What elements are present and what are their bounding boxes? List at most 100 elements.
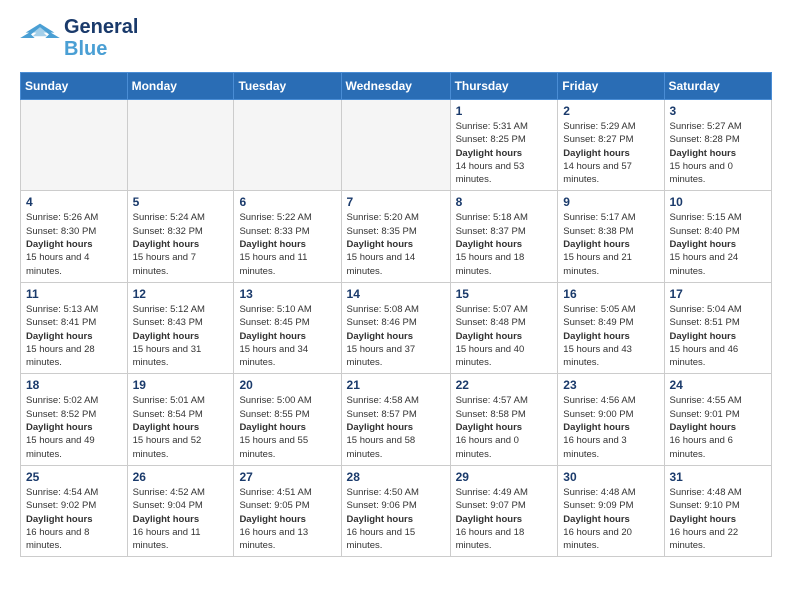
day-info: Sunrise: 5:08 AMSunset: 8:46 PMDaylight …: [347, 303, 445, 369]
day-info: Sunrise: 5:27 AMSunset: 8:28 PMDaylight …: [670, 120, 767, 186]
week-row-1: 1Sunrise: 5:31 AMSunset: 8:25 PMDaylight…: [21, 100, 772, 191]
day-cell: 3 Sunrise: 5:27 AMSunset: 8:28 PMDaylight…: [664, 100, 772, 191]
day-number: 29: [456, 470, 553, 484]
day-cell: 30 Sunrise: 4:48 AMSunset: 9:09 PMDayligh…: [558, 465, 664, 556]
day-number: 31: [670, 470, 767, 484]
day-number: 25: [26, 470, 122, 484]
day-info: Sunrise: 4:49 AMSunset: 9:07 PMDaylight …: [456, 486, 553, 552]
day-cell: 20Sunrise: 5:00 AMSunset: 8:55 PMDayligh…: [234, 374, 341, 465]
day-info: Sunrise: 4:51 AMSunset: 9:05 PMDaylight …: [239, 486, 335, 552]
day-number: 26: [133, 470, 229, 484]
day-info: Sunrise: 5:15 AMSunset: 8:40 PMDaylight …: [670, 211, 767, 277]
day-number: 2: [563, 104, 658, 118]
col-friday: Friday: [558, 73, 664, 100]
day-cell: 19 Sunrise: 5:01 AMSunset: 8:54 PMDayligh…: [127, 374, 234, 465]
day-cell: 25 Sunrise: 4:54 AMSunset: 9:02 PMDayligh…: [21, 465, 128, 556]
day-cell: 16Sunrise: 5:05 AMSunset: 8:49 PMDayligh…: [558, 282, 664, 373]
day-info: Sunrise: 5:29 AMSunset: 8:27 PMDaylight …: [563, 120, 658, 186]
day-cell: 9 Sunrise: 5:17 AMSunset: 8:38 PMDaylight…: [558, 191, 664, 282]
day-cell: 8Sunrise: 5:18 AMSunset: 8:37 PMDaylight…: [450, 191, 558, 282]
week-row-2: 4 Sunrise: 5:26 AMSunset: 8:30 PMDaylight…: [21, 191, 772, 282]
day-number: 20: [239, 378, 335, 392]
col-thursday: Thursday: [450, 73, 558, 100]
day-cell: 15 Sunrise: 5:07 AMSunset: 8:48 PMDayligh…: [450, 282, 558, 373]
day-info: Sunrise: 4:58 AMSunset: 8:57 PMDaylight …: [347, 394, 445, 460]
day-info: Sunrise: 4:54 AMSunset: 9:02 PMDaylight …: [26, 486, 122, 552]
day-number: 12: [133, 287, 229, 301]
day-cell: 29 Sunrise: 4:49 AMSunset: 9:07 PMDayligh…: [450, 465, 558, 556]
day-cell: 12Sunrise: 5:12 AMSunset: 8:43 PMDayligh…: [127, 282, 234, 373]
day-number: 23: [563, 378, 658, 392]
day-info: Sunrise: 5:04 AMSunset: 8:51 PMDaylight …: [670, 303, 767, 369]
day-number: 9: [563, 195, 658, 209]
day-info: Sunrise: 4:50 AMSunset: 9:06 PMDaylight …: [347, 486, 445, 552]
day-number: 1: [456, 104, 553, 118]
day-cell: 31Sunrise: 4:48 AMSunset: 9:10 PMDayligh…: [664, 465, 772, 556]
col-wednesday: Wednesday: [341, 73, 450, 100]
day-info: Sunrise: 4:48 AMSunset: 9:09 PMDaylight …: [563, 486, 658, 552]
day-cell: [234, 100, 341, 191]
day-cell: 1Sunrise: 5:31 AMSunset: 8:25 PMDaylight…: [450, 100, 558, 191]
day-info: Sunrise: 5:07 AMSunset: 8:48 PMDaylight …: [456, 303, 553, 369]
day-number: 17: [670, 287, 767, 301]
day-number: 21: [347, 378, 445, 392]
day-number: 22: [456, 378, 553, 392]
day-info: Sunrise: 5:17 AMSunset: 8:38 PMDaylight …: [563, 211, 658, 277]
week-row-5: 25 Sunrise: 4:54 AMSunset: 9:02 PMDayligh…: [21, 465, 772, 556]
logo-text: GeneralBlue: [64, 16, 138, 60]
day-info: Sunrise: 5:05 AMSunset: 8:49 PMDaylight …: [563, 303, 658, 369]
col-tuesday: Tuesday: [234, 73, 341, 100]
day-number: 24: [670, 378, 767, 392]
calendar-header-row: Sunday Monday Tuesday Wednesday Thursday…: [21, 73, 772, 100]
day-cell: 2 Sunrise: 5:29 AMSunset: 8:27 PMDaylight…: [558, 100, 664, 191]
day-info: Sunrise: 5:20 AMSunset: 8:35 PMDaylight …: [347, 211, 445, 277]
col-sunday: Sunday: [21, 73, 128, 100]
page: GeneralBlue Sunday Monday Tuesday Wednes…: [0, 0, 792, 573]
day-cell: 4 Sunrise: 5:26 AMSunset: 8:30 PMDaylight…: [21, 191, 128, 282]
col-saturday: Saturday: [664, 73, 772, 100]
day-number: 18: [26, 378, 122, 392]
day-number: 19: [133, 378, 229, 392]
day-cell: [21, 100, 128, 191]
day-number: 28: [347, 470, 445, 484]
day-cell: 14 Sunrise: 5:08 AMSunset: 8:46 PMDayligh…: [341, 282, 450, 373]
day-cell: 10 Sunrise: 5:15 AMSunset: 8:40 PMDayligh…: [664, 191, 772, 282]
day-cell: 5 Sunrise: 5:24 AMSunset: 8:32 PMDaylight…: [127, 191, 234, 282]
day-info: Sunrise: 5:18 AMSunset: 8:37 PMDaylight …: [456, 211, 553, 277]
day-cell: 17 Sunrise: 5:04 AMSunset: 8:51 PMDayligh…: [664, 282, 772, 373]
day-number: 6: [239, 195, 335, 209]
week-row-3: 11 Sunrise: 5:13 AMSunset: 8:41 PMDayligh…: [21, 282, 772, 373]
day-number: 10: [670, 195, 767, 209]
day-info: Sunrise: 5:26 AMSunset: 8:30 PMDaylight …: [26, 211, 122, 277]
day-cell: 21 Sunrise: 4:58 AMSunset: 8:57 PMDayligh…: [341, 374, 450, 465]
day-number: 5: [133, 195, 229, 209]
day-info: Sunrise: 4:52 AMSunset: 9:04 PMDaylight …: [133, 486, 229, 552]
day-cell: 6Sunrise: 5:22 AMSunset: 8:33 PMDaylight…: [234, 191, 341, 282]
day-number: 15: [456, 287, 553, 301]
day-cell: [127, 100, 234, 191]
day-number: 4: [26, 195, 122, 209]
day-number: 11: [26, 287, 122, 301]
day-number: 14: [347, 287, 445, 301]
day-cell: 7 Sunrise: 5:20 AMSunset: 8:35 PMDaylight…: [341, 191, 450, 282]
day-number: 7: [347, 195, 445, 209]
day-number: 3: [670, 104, 767, 118]
day-number: 27: [239, 470, 335, 484]
day-number: 13: [239, 287, 335, 301]
calendar-table: Sunday Monday Tuesday Wednesday Thursday…: [20, 72, 772, 557]
day-info: Sunrise: 5:10 AMSunset: 8:45 PMDaylight …: [239, 303, 335, 369]
day-info: Sunrise: 5:02 AMSunset: 8:52 PMDaylight …: [26, 394, 122, 460]
day-cell: 24Sunrise: 4:55 AMSunset: 9:01 PMDayligh…: [664, 374, 772, 465]
day-cell: 28 Sunrise: 4:50 AMSunset: 9:06 PMDayligh…: [341, 465, 450, 556]
header: GeneralBlue: [20, 16, 772, 60]
day-cell: 26 Sunrise: 4:52 AMSunset: 9:04 PMDayligh…: [127, 465, 234, 556]
col-monday: Monday: [127, 73, 234, 100]
day-info: Sunrise: 5:13 AMSunset: 8:41 PMDaylight …: [26, 303, 122, 369]
day-number: 30: [563, 470, 658, 484]
day-cell: 22Sunrise: 4:57 AMSunset: 8:58 PMDayligh…: [450, 374, 558, 465]
day-info: Sunrise: 5:01 AMSunset: 8:54 PMDaylight …: [133, 394, 229, 460]
day-info: Sunrise: 5:24 AMSunset: 8:32 PMDaylight …: [133, 211, 229, 277]
day-cell: [341, 100, 450, 191]
logo: GeneralBlue: [20, 16, 138, 60]
day-cell: 27 Sunrise: 4:51 AMSunset: 9:05 PMDayligh…: [234, 465, 341, 556]
